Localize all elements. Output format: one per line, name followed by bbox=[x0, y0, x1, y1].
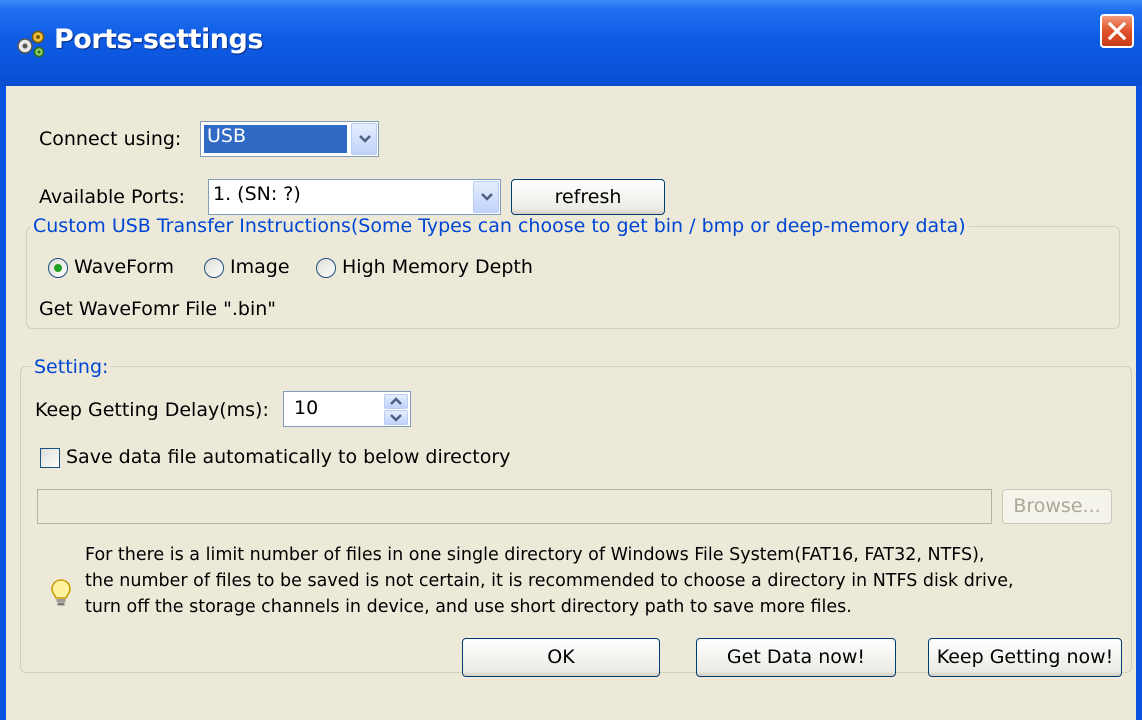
refresh-button[interactable]: refresh bbox=[511, 179, 665, 215]
autosave-checkbox-label[interactable]: Save data file automatically to below di… bbox=[66, 446, 510, 468]
keep-getting-delay-value: 10 bbox=[294, 397, 319, 419]
high-memory-depth-radio[interactable] bbox=[316, 258, 336, 278]
keep-getting-delay-label: Keep Getting Delay(ms): bbox=[35, 399, 269, 421]
note-line-2: the number of files to be saved is not c… bbox=[85, 571, 1014, 591]
connect-using-value: USB bbox=[207, 125, 247, 147]
autosave-checkbox[interactable] bbox=[40, 448, 60, 468]
image-radio-label[interactable]: Image bbox=[230, 256, 290, 278]
waveform-radio-label[interactable]: WaveForm bbox=[74, 256, 174, 278]
available-ports-label: Available Ports: bbox=[39, 186, 186, 208]
keep-getting-delay-spinner[interactable]: 10 bbox=[283, 391, 411, 427]
ok-button[interactable]: OK bbox=[462, 638, 660, 677]
keep-getting-now-button[interactable]: Keep Getting now! bbox=[928, 638, 1122, 677]
dialog-body: Connect using: USB Available Ports: 1. (… bbox=[6, 86, 1136, 720]
close-button[interactable] bbox=[1100, 14, 1134, 48]
usb-info-text: Get WaveFomr File ".bin" bbox=[39, 298, 277, 320]
chevron-down-icon[interactable] bbox=[351, 123, 377, 155]
directory-path-field[interactable] bbox=[37, 489, 992, 524]
gears-icon bbox=[14, 26, 48, 60]
window-title: Ports-settings bbox=[54, 24, 263, 55]
connect-using-select[interactable]: USB bbox=[200, 121, 379, 157]
chevron-down-icon[interactable] bbox=[473, 181, 499, 213]
setting-group-title: Setting: bbox=[31, 356, 112, 378]
available-ports-value: 1. (SN: ?) bbox=[213, 183, 301, 205]
note-line-1: For there is a limit number of files in … bbox=[85, 545, 985, 565]
available-ports-select[interactable]: 1. (SN: ?) bbox=[208, 179, 501, 215]
browse-button[interactable]: Browse... bbox=[1002, 489, 1112, 524]
high-memory-depth-radio-label[interactable]: High Memory Depth bbox=[342, 256, 533, 278]
usb-transfer-group-title: Custom USB Transfer Instructions(Some Ty… bbox=[30, 215, 969, 237]
get-data-now-button[interactable]: Get Data now! bbox=[696, 638, 896, 677]
lightbulb-icon bbox=[50, 578, 72, 612]
title-bar[interactable]: Ports-settings bbox=[0, 0, 1142, 86]
spin-up-icon[interactable] bbox=[384, 394, 408, 409]
spin-down-icon[interactable] bbox=[384, 410, 408, 425]
image-radio[interactable] bbox=[204, 258, 224, 278]
waveform-radio[interactable] bbox=[48, 258, 68, 278]
ports-settings-window: Ports-settings Connect using: USB Availa… bbox=[0, 0, 1142, 720]
connect-using-label: Connect using: bbox=[39, 128, 182, 150]
note-line-3: turn off the storage channels in device,… bbox=[85, 597, 852, 617]
